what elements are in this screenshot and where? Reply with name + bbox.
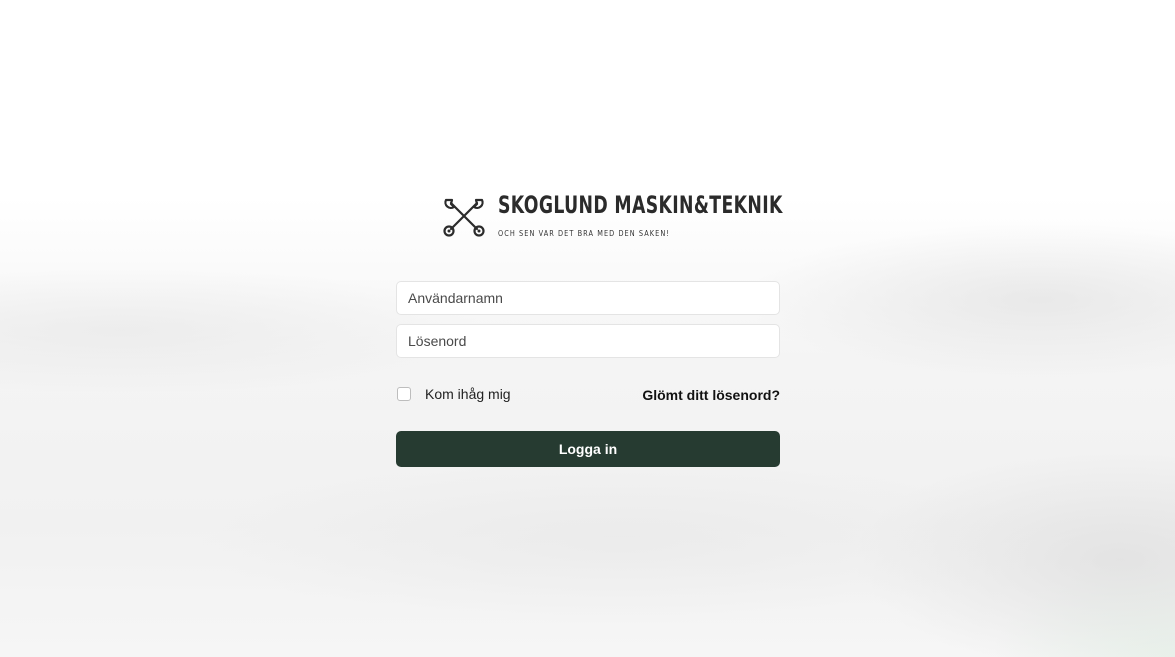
login-button[interactable]: Logga in	[396, 431, 780, 467]
username-input[interactable]	[396, 281, 780, 315]
brand-name: SKOGLUND MASKIN&TEKNIK	[498, 191, 783, 219]
password-input[interactable]	[396, 324, 780, 358]
brand-tagline: OCH SEN VAR DET BRA MED DEN SAKEN!	[498, 229, 671, 238]
remember-me-label: Kom ihåg mig	[425, 386, 511, 402]
remember-me[interactable]: Kom ihåg mig	[396, 386, 511, 402]
brand-logo: SKOGLUND MASKIN&TEKNIK OCH SEN VAR DET B…	[442, 190, 782, 242]
remember-me-checkbox[interactable]	[397, 387, 411, 401]
forgot-password-link[interactable]: Glömt ditt lösenord?	[642, 387, 780, 403]
crossed-wrenches-icon	[443, 198, 485, 237]
